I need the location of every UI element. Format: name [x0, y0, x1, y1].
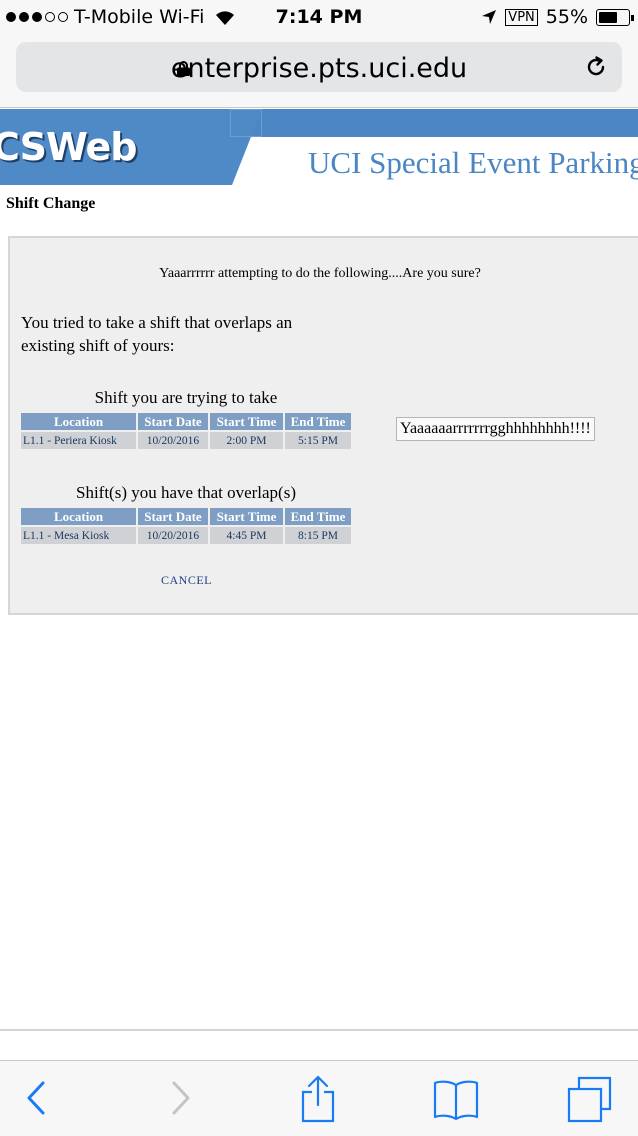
site-title: UCI Special Event Parking: [308, 145, 638, 180]
column-header-start-time: Start Time: [210, 413, 283, 430]
start-date-cell: 10/20/2016: [138, 432, 208, 449]
column-header-start-date: Start Date: [138, 508, 208, 525]
start-time-cell: 4:45 PM: [210, 527, 283, 544]
column-header-location: Location: [21, 413, 136, 430]
tabs-icon[interactable]: [566, 1075, 614, 1123]
location-cell: L1.1 - Mesa Kiosk: [21, 527, 136, 544]
trying-shift-table: Location Start Date Start Time End Time …: [19, 411, 353, 451]
url-text: enterprise.pts.uci.edu: [170, 53, 468, 84]
trying-shift-caption: Shift you are trying to take: [94, 388, 278, 407]
cancel-link[interactable]: CANCEL: [161, 573, 212, 588]
table-row: L1.1 - Mesa Kiosk 10/20/2016 4:45 PM 8:1…: [21, 527, 351, 544]
column-header-end-time: End Time: [285, 413, 351, 430]
back-icon[interactable]: [22, 1075, 52, 1121]
overlap-shift-table: Location Start Date Start Time End Time …: [19, 506, 353, 546]
overlap-message: You tried to take a shift that overlaps …: [21, 313, 293, 355]
location-cell: L1.1 - Periera Kiosk: [21, 432, 136, 449]
site-logo: CSWeb: [0, 125, 137, 169]
start-time-cell: 2:00 PM: [210, 432, 283, 449]
address-bar[interactable]: enterprise.pts.uci.edu: [16, 42, 622, 92]
vpn-badge: VPN: [505, 8, 538, 26]
start-date-cell: 10/20/2016: [138, 527, 208, 544]
location-arrow-icon: [482, 10, 497, 24]
battery-icon: [596, 8, 634, 26]
bookmarks-icon[interactable]: [432, 1075, 480, 1121]
table-row: L1.1 - Periera Kiosk 10/20/2016 2:00 PM …: [21, 432, 351, 449]
site-banner: CSWeb UCI Special Event Parking: [0, 109, 638, 185]
column-header-end-time: End Time: [285, 508, 351, 525]
share-icon[interactable]: [298, 1075, 338, 1123]
overlap-shift-caption: Shift(s) you have that overlap(s): [76, 483, 296, 502]
end-time-cell: 5:15 PM: [285, 432, 351, 449]
column-header-start-date: Start Date: [138, 413, 208, 430]
page-title: Shift Change: [6, 195, 96, 212]
battery-percent: 55%: [545, 6, 588, 28]
end-time-cell: 8:15 PM: [285, 527, 351, 544]
column-header-start-time: Start Time: [210, 508, 283, 525]
browser-toolbar: [0, 1060, 638, 1136]
reload-icon[interactable]: [584, 55, 608, 79]
forward-icon: [172, 1081, 190, 1115]
warning-text: Yaaarrrrrr attempting to do the followin…: [159, 266, 481, 281]
browser-address-area: enterprise.pts.uci.edu: [0, 36, 638, 108]
column-header-location: Location: [21, 508, 136, 525]
status-bar: T-Mobile Wi-Fi 7:14 PM VPN 55%: [0, 0, 638, 36]
confirm-button[interactable]: Yaaaaaarrrrrrrgghhhhhhhh!!!!: [396, 417, 595, 441]
